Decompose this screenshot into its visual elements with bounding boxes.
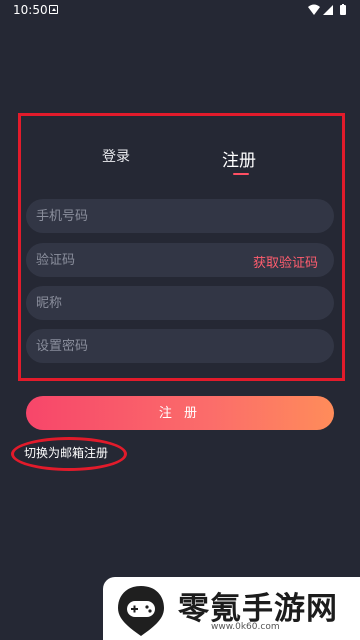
tab-register[interactable]: 注册	[222, 146, 256, 171]
status-bar: 10:50	[0, 0, 360, 24]
tab-login[interactable]: 登录	[102, 146, 130, 166]
status-icons	[308, 4, 352, 18]
status-right-icons	[308, 4, 346, 15]
password-input[interactable]	[36, 329, 246, 363]
code-field: 获取验证码	[26, 243, 334, 277]
code-input[interactable]	[36, 243, 246, 277]
watermark: 零氪手游网 www.0k60.com	[103, 577, 360, 640]
wifi-icon	[308, 4, 320, 15]
register-button[interactable]: 注 册	[26, 396, 334, 430]
phone-field	[26, 199, 334, 233]
signal-icon	[323, 5, 333, 15]
switch-email-link[interactable]: 切换为邮箱注册	[24, 444, 108, 461]
nickname-field	[26, 286, 334, 320]
get-code-button[interactable]: 获取验证码	[253, 252, 318, 271]
watermark-url: www.0k60.com	[211, 622, 280, 632]
tab-active-indicator	[233, 173, 249, 175]
status-time: 10:50	[13, 3, 48, 17]
phone-input[interactable]	[36, 199, 246, 233]
battery-icon	[340, 5, 346, 15]
nickname-input[interactable]	[36, 286, 246, 320]
notification-icon	[49, 5, 58, 14]
gamepad-logo-icon	[118, 586, 164, 636]
password-field	[26, 329, 334, 363]
